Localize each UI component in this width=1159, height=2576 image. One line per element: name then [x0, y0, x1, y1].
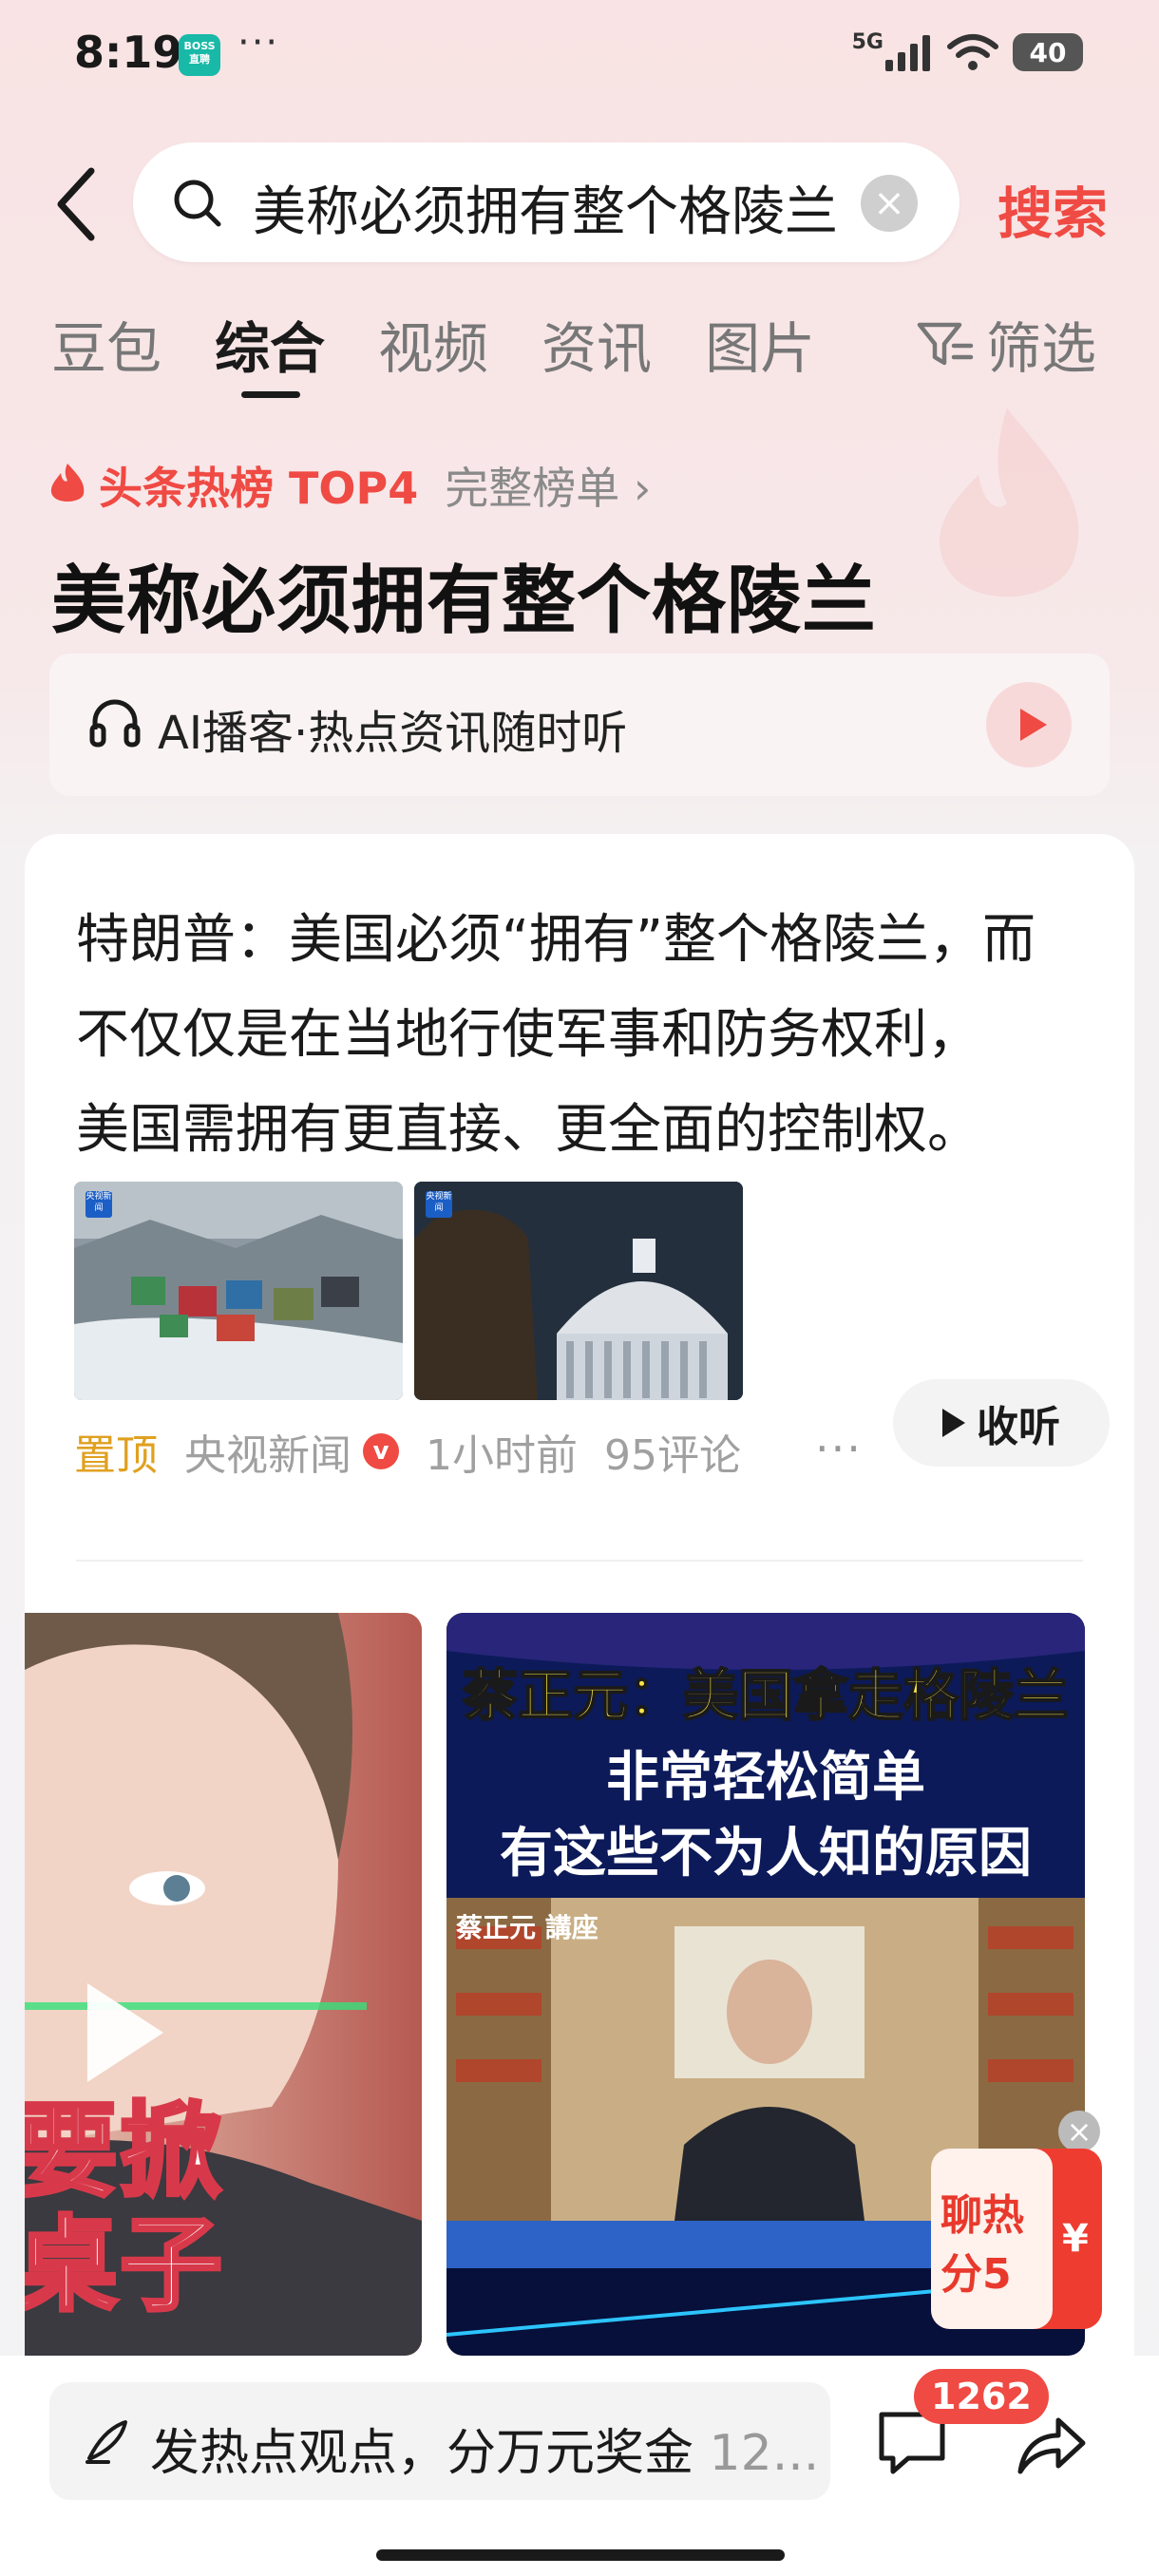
status-time: 8:19: [74, 27, 183, 78]
greenland-village-image: [74, 1182, 403, 1400]
bottom-bar: 发热点观点，分万元奖金 12... 1262: [0, 2356, 1159, 2576]
video-right-sub-1: 非常轻松简单: [606, 1747, 925, 1809]
listen-play-icon: [942, 1409, 965, 1437]
video-play-icon[interactable]: [87, 1983, 163, 2082]
full-list-link[interactable]: 完整榜单 ›: [445, 454, 651, 517]
comment-count: 95评论: [604, 1431, 741, 1480]
search-query[interactable]: 美称必须拥有整个格陵兰: [253, 169, 842, 246]
signal-icon: [885, 35, 930, 71]
search-icon: [174, 180, 221, 227]
comment-placeholder-tail: 12...: [709, 2425, 820, 2482]
search-input[interactable]: 美称必须拥有整个格陵兰 ×: [133, 142, 960, 262]
listen-button[interactable]: 收听: [893, 1379, 1110, 1467]
podcast-label: AI播客·热点资讯随时听: [158, 707, 628, 760]
filter-icon: [917, 322, 974, 366]
capitol-dome-image: [414, 1182, 743, 1400]
yen-icon: ¥: [1062, 2217, 1089, 2261]
back-arrow-icon[interactable]: [49, 161, 106, 247]
status-more-icon: ···: [238, 21, 280, 65]
redpacket-line-2: 分5: [940, 2250, 1012, 2299]
cctv-badge: 央视新闻: [86, 1191, 112, 1218]
home-indicator[interactable]: [376, 2549, 785, 2561]
article-thumbnail-greenland[interactable]: 央视新闻: [74, 1182, 403, 1400]
lecture-label: 蔡正元 講座: [456, 1912, 598, 1943]
video-right-sub-2: 有这些不为人知的原因: [500, 1823, 1032, 1885]
source-name[interactable]: 央视新闻: [184, 1421, 352, 1482]
video-left-caption-2: 桌子: [25, 2205, 225, 2327]
divider: [76, 1560, 1083, 1562]
tab-doubao[interactable]: 豆包: [51, 304, 162, 384]
flame-watermark-icon: [940, 408, 1079, 597]
redpacket-line-1: 聊热: [940, 2191, 1024, 2240]
video-tile-left[interactable]: 要掀 桌子: [25, 1613, 422, 2356]
article-line-3: 美国需拥有更直接、更全面的控制权。: [76, 1099, 980, 1161]
ai-podcast-bar[interactable]: AI播客·热点资讯随时听: [49, 653, 1110, 796]
redpacket-inner: 聊热 分5: [931, 2149, 1053, 2329]
podcast-play-button[interactable]: [986, 682, 1072, 767]
clear-search-button[interactable]: ×: [861, 175, 918, 232]
page-title: 美称必须拥有整个格陵兰: [51, 559, 878, 644]
pinned-label: 置顶: [74, 1431, 158, 1480]
cctv-badge: 央视新闻: [426, 1191, 452, 1218]
search-button[interactable]: 搜索: [998, 169, 1108, 249]
hot-list-link[interactable]: 头条热榜 TOP4 完整榜单 ›: [48, 454, 651, 517]
article-text[interactable]: 特朗普：美国必须“拥有”整个格陵兰，而 不仅仅是在当地行使军事和防务权利， 美国…: [76, 893, 1112, 1178]
more-options-icon[interactable]: ···: [815, 1423, 863, 1474]
hot-rank-label: 头条热榜 TOP4: [99, 463, 419, 514]
article-line-2: 不仅仅是在当地行使军事和防务权利，: [76, 1004, 980, 1066]
post-time: 1小时前: [426, 1431, 578, 1480]
filter-label: 筛选: [986, 316, 1097, 381]
chat-redpacket-widget[interactable]: 聊热 分5 ¥: [931, 2149, 1102, 2329]
comment-input[interactable]: 发热点观点，分万元奖金 12...: [49, 2382, 830, 2500]
play-icon: [1020, 709, 1047, 741]
verified-icon: v: [363, 1433, 399, 1469]
article-meta: 置顶 央视新闻 v 1小时前 95评论: [74, 1421, 741, 1482]
status-indicators: 5G 40: [852, 28, 1083, 76]
video-right-headline: 蔡正元：美国拿走格陵兰: [462, 1662, 1070, 1729]
search-tabs: 豆包 综合 视频 资讯 图片: [51, 304, 868, 398]
share-icon[interactable]: [1011, 2405, 1091, 2485]
comment-placeholder-main: 发热点观点，分万元奖金: [150, 2425, 694, 2482]
headphone-icon: [89, 699, 141, 748]
pen-icon: [86, 2420, 127, 2464]
flame-icon: [50, 464, 85, 502]
comment-placeholder: 发热点观点，分万元奖金 12...: [150, 2413, 819, 2484]
network-label: 5G: [851, 30, 884, 54]
tab-general[interactable]: 综合: [215, 304, 326, 398]
tab-video[interactable]: 视频: [378, 304, 488, 384]
redpacket-close-button[interactable]: ×: [1058, 2111, 1100, 2152]
tab-images[interactable]: 图片: [705, 304, 815, 384]
article-thumbnail-capitol[interactable]: 央视新闻: [414, 1182, 743, 1400]
tab-news[interactable]: 资讯: [542, 304, 652, 384]
article-line-1: 特朗普：美国必须“拥有”整个格陵兰，而: [76, 909, 1036, 971]
wifi-icon: [947, 34, 998, 70]
filter-button[interactable]: 筛选: [916, 304, 1096, 384]
battery-icon: 40: [1013, 33, 1083, 71]
boss-app-icon: BOSS直聘: [179, 34, 220, 76]
listen-label: 收听: [977, 1403, 1060, 1451]
tab-general-label: 综合: [215, 316, 326, 381]
active-tab-indicator: [241, 391, 301, 398]
